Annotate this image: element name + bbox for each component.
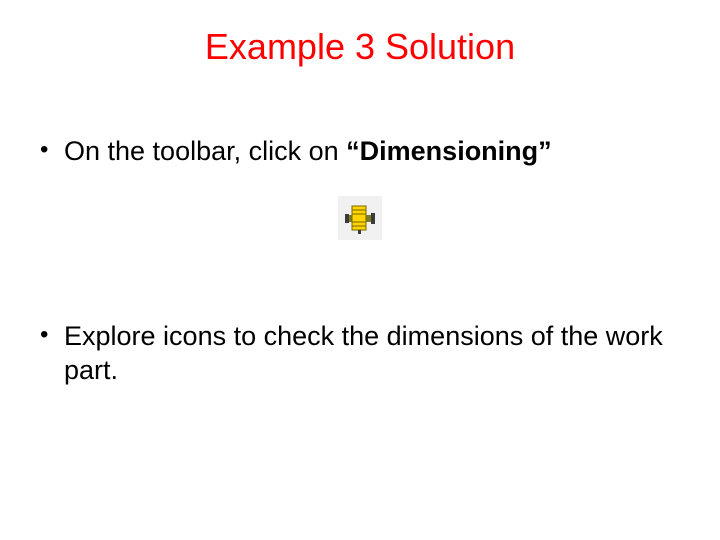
bullet-1-keyword: “Dimensioning” xyxy=(346,136,552,166)
icon-row xyxy=(0,196,720,240)
bullet-list-2: Explore icons to check the dimensions of… xyxy=(36,320,684,398)
bullet-item-1: On the toolbar, click on “Dimensioning” xyxy=(36,135,684,169)
bullet-2-text: Explore icons to check the dimensions of… xyxy=(64,321,663,385)
bullet-1-text: On the toolbar, click on xyxy=(64,136,346,166)
bullet-list-1: On the toolbar, click on “Dimensioning” xyxy=(36,135,684,179)
dimensioning-tool-icon xyxy=(338,196,382,240)
slide: Example 3 Solution On the toolbar, click… xyxy=(0,0,720,540)
bullet-item-2: Explore icons to check the dimensions of… xyxy=(36,320,684,388)
slide-title: Example 3 Solution xyxy=(0,26,720,68)
